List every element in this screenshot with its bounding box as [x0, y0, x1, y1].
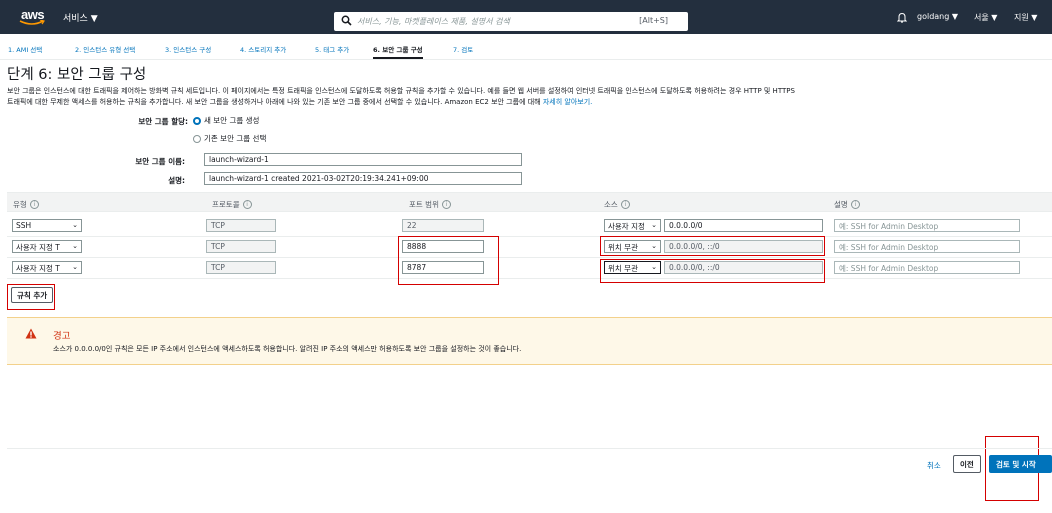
- chevron-down-icon: ⌄: [72, 263, 78, 271]
- group-desc-label: 설명:: [168, 176, 185, 185]
- radio-existing-indicator[interactable]: [193, 134, 201, 143]
- info-icon[interactable]: i: [850, 200, 860, 209]
- top-navigation: aws 서비스 ▼ 서비스, 기능, 마켓플레이스 제품, 설명서 검색 [Al…: [0, 0, 1052, 34]
- protocol-field: TCP: [206, 219, 276, 232]
- region-menu[interactable]: 서울 ▼: [974, 12, 997, 23]
- warning-banner: 경고 소스가 0.0.0.0/0인 규칙은 모든 IP 주소에서 인스턴스에 액…: [7, 317, 1052, 365]
- rule-desc-input[interactable]: 예: SSH for Admin Desktop: [834, 240, 1020, 253]
- radio-existing-group[interactable]: 기존 보안 그룹 선택: [193, 133, 266, 144]
- add-rule-button[interactable]: 규칙 추가: [11, 287, 54, 303]
- search-shortcut: [Alt+S]: [639, 16, 668, 25]
- learn-more-link[interactable]: 자세히 알아보기.: [543, 98, 593, 106]
- header-description: 설명 i: [834, 199, 860, 210]
- user-menu[interactable]: goldang ▼: [917, 12, 958, 21]
- search-bar[interactable]: 서비스, 기능, 마켓플레이스 제품, 설명서 검색 [Alt+S]: [334, 12, 688, 31]
- search-icon: [341, 15, 352, 26]
- search-placeholder: 서비스, 기능, 마켓플레이스 제품, 설명서 검색: [357, 17, 510, 26]
- review-and-launch-button[interactable]: 검토 및 시작: [989, 455, 1052, 473]
- bell-icon[interactable]: [897, 12, 907, 23]
- page-title: 단계 6: 보안 그룹 구성: [7, 67, 147, 83]
- warning-icon: [25, 328, 37, 339]
- footer-divider: [7, 448, 1052, 449]
- assign-label: 보안 그룹 할당:: [138, 117, 188, 126]
- support-menu[interactable]: 지원 ▼: [1014, 12, 1037, 23]
- rule-row: SSH ⌄ TCP 22 사용자 지정 ⌄ 0.0.0.0/0 예: SSH for…: [7, 216, 1052, 237]
- highlight-source-row3: [600, 259, 825, 283]
- services-menu[interactable]: 서비스 ▼: [63, 11, 98, 24]
- step-configure-instance[interactable]: 3. 인스턴스 구성: [165, 44, 211, 54]
- info-icon[interactable]: i: [620, 200, 630, 209]
- chevron-down-icon: ⌄: [651, 221, 657, 229]
- wizard-steps: 1. AMI 선택 2. 인스턴스 유형 선택 3. 인스턴스 구성 4. 스토…: [0, 34, 1052, 60]
- description-line-1: 보안 그룹은 인스턴스에 대한 트래픽을 제어하는 방화벽 규칙 세트입니다. …: [7, 87, 795, 95]
- info-icon[interactable]: i: [242, 200, 252, 209]
- radio-new-label: 새 보안 그룹 생성: [204, 116, 260, 125]
- highlight-source-row2: [600, 236, 825, 256]
- group-desc-input[interactable]: launch-wizard-1 created 2021-03-02T20:19…: [204, 172, 522, 185]
- rule-desc-input[interactable]: 예: SSH for Admin Desktop: [834, 261, 1020, 274]
- step-ami[interactable]: 1. AMI 선택: [8, 44, 42, 54]
- rules-table-header: 유형 i 프로토콜 i 포트 범위 i 소스 i 설명 i: [7, 192, 1052, 212]
- step-security-group[interactable]: 6. 보안 그룹 구성: [373, 44, 423, 59]
- aws-logo[interactable]: aws: [19, 7, 49, 27]
- port-field: 22: [402, 219, 484, 232]
- step-add-storage[interactable]: 4. 스토리지 추가: [240, 44, 286, 54]
- cancel-link[interactable]: 취소: [927, 460, 941, 471]
- step-instance-type[interactable]: 2. 인스턴스 유형 선택: [75, 44, 135, 54]
- cidr-input[interactable]: 0.0.0.0/0: [664, 219, 823, 232]
- protocol-field: TCP: [206, 240, 276, 253]
- info-icon[interactable]: i: [441, 200, 451, 209]
- chevron-down-icon: ⌄: [72, 242, 78, 250]
- type-select[interactable]: SSH ⌄: [12, 219, 82, 232]
- protocol-field: TCP: [206, 261, 276, 274]
- info-icon[interactable]: i: [29, 200, 39, 209]
- radio-new-indicator[interactable]: [193, 116, 201, 125]
- type-select[interactable]: 사용자 지정 T ⌄: [12, 261, 82, 274]
- radio-new-group[interactable]: 새 보안 그룹 생성: [193, 115, 259, 126]
- group-name-label: 보안 그룹 이름:: [135, 157, 185, 166]
- rule-row: 사용자 지정 T ⌄ TCP 8888 위치 무관 ⌄ 0.0.0.0/0, ::/…: [7, 237, 1052, 258]
- header-protocol: 프로토콜 i: [212, 199, 252, 210]
- header-port-range: 포트 범위 i: [409, 199, 451, 210]
- header-source: 소스 i: [604, 199, 630, 210]
- page-description: 보안 그룹은 인스턴스에 대한 트래픽을 제어하는 방화벽 규칙 세트입니다. …: [7, 86, 1052, 108]
- chevron-down-icon: ⌄: [72, 221, 78, 229]
- step-add-tags[interactable]: 5. 태그 추가: [315, 44, 349, 54]
- header-type: 유형 i: [13, 199, 39, 210]
- highlight-port-box: [398, 236, 499, 285]
- rule-row: 사용자 지정 T ⌄ TCP 8787 위치 무관 ⌄ 0.0.0.0/0, ::/…: [7, 258, 1052, 279]
- warning-text: 소스가 0.0.0.0/0인 규칙은 모든 IP 주소에서 인스턴스에 액세스하…: [53, 345, 522, 353]
- previous-button[interactable]: 이전: [953, 455, 981, 473]
- warning-title: 경고: [53, 331, 71, 342]
- rule-desc-input[interactable]: 예: SSH for Admin Desktop: [834, 219, 1020, 232]
- type-select[interactable]: 사용자 지정 T ⌄: [12, 240, 82, 253]
- group-name-input[interactable]: launch-wizard-1: [204, 153, 522, 166]
- step-review[interactable]: 7. 검토: [453, 44, 473, 54]
- radio-existing-label: 기존 보안 그룹 선택: [204, 134, 267, 143]
- source-select[interactable]: 사용자 지정 ⌄: [604, 219, 661, 232]
- description-line-2: 트래픽에 대한 무제한 액세스를 허용하는 규칙을 추가합니다. 새 보안 그룹…: [7, 98, 593, 106]
